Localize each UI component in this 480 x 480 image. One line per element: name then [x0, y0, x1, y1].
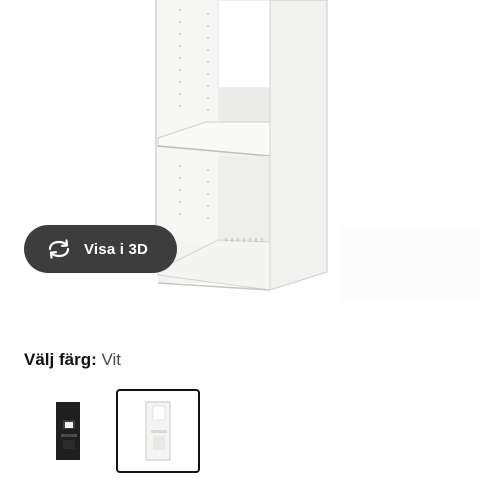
- white-cabinet-thumbnail: [145, 401, 171, 461]
- color-selector-heading: Välj färg: Vit: [24, 349, 121, 371]
- color-heading-label: Välj färg:: [24, 350, 97, 369]
- view-in-3d-button[interactable]: Visa i 3D: [24, 225, 177, 273]
- black-cabinet-thumbnail: [56, 402, 80, 460]
- color-swatch-black[interactable]: [26, 389, 110, 473]
- color-swatch-white[interactable]: [116, 389, 200, 473]
- selected-color-value: Vit: [101, 350, 122, 369]
- view-in-3d-label: Visa i 3D: [84, 240, 149, 258]
- rotate-3d-icon: [46, 238, 72, 260]
